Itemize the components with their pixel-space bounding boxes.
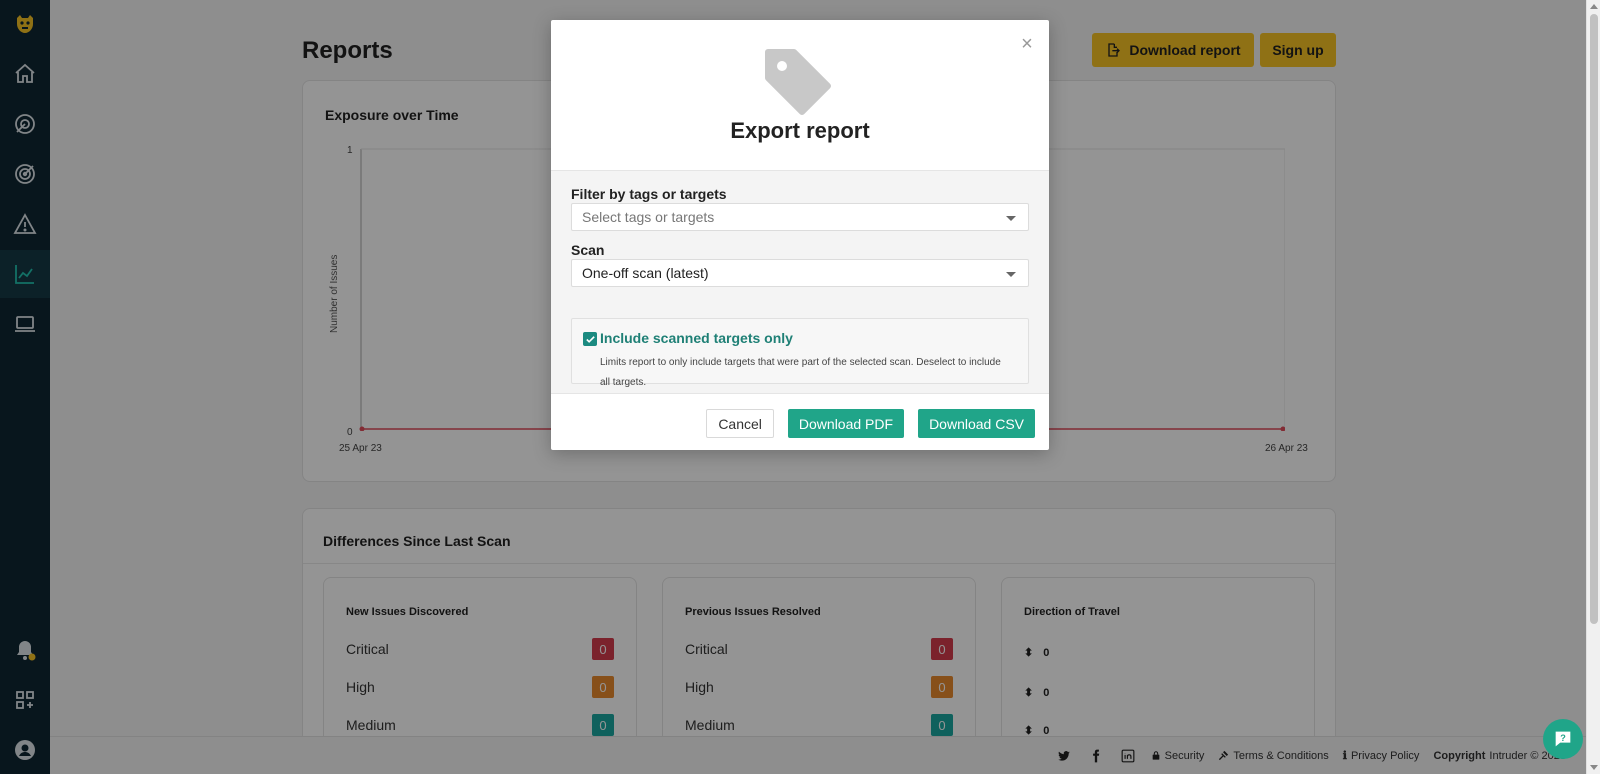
scan-select[interactable]: One-off scan (latest) — [571, 259, 1029, 287]
export-report-modal: × Export report Filter by tags or target… — [551, 20, 1049, 450]
modal-footer: Cancel Download PDF Download CSV — [706, 409, 1035, 438]
cancel-button[interactable]: Cancel — [706, 409, 774, 438]
scroll-thumb[interactable] — [1590, 14, 1598, 624]
modal-body: Filter by tags or targets Select tags or… — [551, 170, 1049, 394]
tags-targets-placeholder: Select tags or targets — [582, 209, 715, 225]
help-chat-icon: ? — [1555, 731, 1571, 747]
svg-text:?: ? — [1560, 733, 1566, 743]
modal-title: Export report — [730, 118, 870, 143]
tags-targets-select[interactable]: Select tags or targets — [571, 203, 1029, 231]
chat-help-button[interactable]: ? — [1543, 719, 1583, 759]
download-csv-button[interactable]: Download CSV — [918, 409, 1035, 438]
include-scanned-description: Limits report to only include targets th… — [600, 357, 1001, 388]
close-icon[interactable]: × — [1019, 34, 1035, 54]
chevron-down-icon — [1006, 216, 1016, 221]
check-icon — [585, 335, 595, 343]
download-pdf-button[interactable]: Download PDF — [787, 409, 905, 438]
filter-label: Filter by tags or targets — [571, 186, 727, 202]
scan-label: Scan — [571, 242, 605, 258]
chevron-down-icon — [1006, 272, 1016, 277]
tag-icon — [765, 49, 831, 115]
scan-value: One-off scan (latest) — [582, 265, 709, 281]
include-scanned-label[interactable]: Include scanned targets only — [600, 330, 793, 346]
page-scrollbar[interactable] — [1586, 0, 1600, 774]
scroll-down-arrow[interactable] — [1590, 765, 1598, 770]
scroll-up-arrow[interactable] — [1590, 4, 1598, 9]
scanned-targets-option: Include scanned targets only Limits repo… — [571, 318, 1029, 388]
include-scanned-checkbox[interactable] — [583, 332, 597, 346]
